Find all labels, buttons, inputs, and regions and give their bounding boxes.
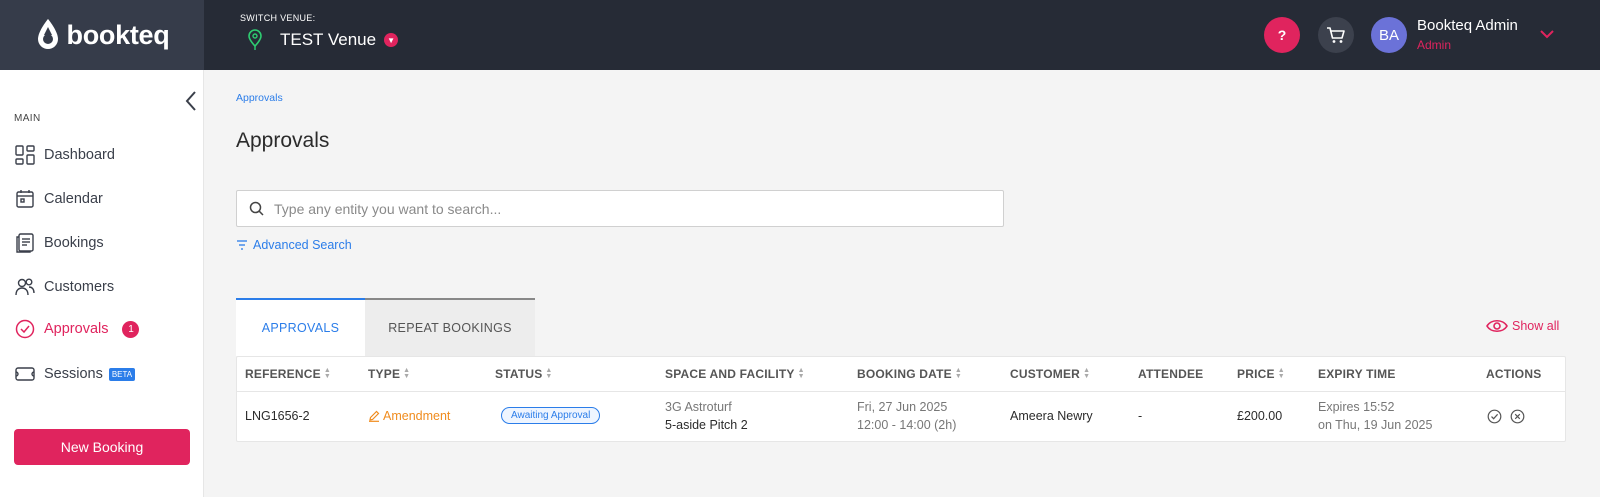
brand-logo[interactable]: bookteq: [0, 0, 204, 70]
chevron-down-icon[interactable]: [1539, 28, 1555, 40]
sort-icon: ▲ ▼: [403, 367, 411, 380]
sidebar-item-sessions[interactable]: Sessions BETA: [14, 363, 136, 385]
venue-switcher[interactable]: SWITCH VENUE: TEST Venue ▼: [240, 13, 399, 51]
approve-icon[interactable]: [1487, 409, 1502, 424]
user-name: Bookteq Admin: [1417, 17, 1518, 34]
bookings-icon: [16, 233, 34, 253]
cell-expiry-date: on Thu, 19 Jun 2025: [1318, 418, 1433, 432]
sort-icon: ▲ ▼: [545, 367, 553, 380]
location-pin-icon: [248, 29, 262, 50]
column-header-attendee: ATTENDEE: [1138, 367, 1204, 381]
cell-attendee: -: [1138, 409, 1143, 423]
sidebar-item-calendar[interactable]: Calendar: [14, 188, 103, 210]
sessions-icon: [15, 367, 35, 381]
sidebar: MAIN Dashboard Calendar Bookings Custome…: [0, 70, 204, 497]
search-input[interactable]: [274, 200, 974, 217]
sidebar-item-approvals[interactable]: Approvals 1: [14, 318, 140, 340]
switch-venue-label: SWITCH VENUE:: [240, 13, 316, 23]
tab-repeat-bookings[interactable]: REPEAT BOOKINGS: [365, 298, 535, 356]
dashboard-icon: [15, 145, 35, 165]
column-header-price[interactable]: PRICE ▲ ▼: [1237, 367, 1285, 381]
cell-type: Amendment: [368, 409, 450, 423]
cell-space: 3G Astroturf: [665, 400, 732, 414]
sidebar-item-label: Calendar: [44, 191, 103, 207]
tab-bar: APPROVALS REPEAT BOOKINGS: [236, 298, 535, 356]
column-header-booking-date[interactable]: BOOKING DATE ▲ ▼: [857, 367, 962, 381]
chevron-down-icon[interactable]: ▼: [384, 33, 399, 47]
column-header-reference[interactable]: REFERENCE ▲ ▼: [245, 367, 331, 381]
user-role: Admin: [1417, 38, 1452, 52]
calendar-icon: [16, 190, 34, 208]
cart-icon: [1327, 27, 1345, 43]
cell-status: Awaiting Approval: [501, 407, 601, 424]
cell-booking-time: 12:00 - 14:00 (2h): [857, 418, 957, 432]
sidebar-item-bookings[interactable]: Bookings: [14, 232, 104, 254]
cell-booking-date: Fri, 27 Jun 2025: [857, 400, 948, 414]
page-title: Approvals: [236, 129, 330, 152]
cell-facility: 5-aside Pitch 2: [665, 418, 748, 432]
top-bar: bookteq SWITCH VENUE: TEST Venue ▼ ? BA …: [0, 0, 1600, 70]
section-label: MAIN: [14, 113, 41, 124]
cell-customer[interactable]: Ameera Newry: [1010, 409, 1093, 423]
search-icon: [249, 201, 264, 216]
new-booking-button[interactable]: New Booking: [14, 429, 190, 465]
approvals-table: REFERENCE ▲ ▼ TYPE ▲ ▼ STATUS ▲ ▼ SPACE AND FA…: [236, 356, 1566, 442]
approvals-icon: [15, 319, 35, 339]
sidebar-item-label: Approvals: [44, 321, 109, 337]
venue-name: TEST Venue: [280, 30, 377, 49]
sidebar-item-label: Sessions: [44, 366, 103, 382]
sort-icon: ▲ ▼: [954, 367, 962, 380]
collapse-sidebar-icon[interactable]: [184, 90, 198, 112]
advanced-search-label: Advanced Search: [253, 238, 352, 252]
sort-icon: ▲ ▼: [797, 367, 805, 380]
column-header-customer[interactable]: CUSTOMER ▲ ▼: [1010, 367, 1090, 381]
tab-approvals[interactable]: APPROVALS: [236, 298, 365, 356]
sidebar-item-dashboard[interactable]: Dashboard: [14, 144, 115, 166]
column-header-actions: ACTIONS: [1486, 367, 1542, 381]
show-all-label: Show all: [1512, 319, 1560, 333]
sidebar-item-label: Customers: [44, 279, 115, 295]
beta-badge: BETA: [108, 367, 136, 381]
sort-icon: ▲ ▼: [323, 367, 331, 380]
cart-button[interactable]: [1318, 17, 1354, 53]
column-header-status[interactable]: STATUS ▲ ▼: [495, 367, 553, 381]
status-badge: Awaiting Approval: [501, 407, 601, 424]
cell-reference[interactable]: LNG1656-2: [245, 409, 310, 423]
reject-icon[interactable]: [1510, 409, 1525, 424]
breadcrumb[interactable]: Approvals: [236, 92, 283, 104]
eye-icon: [1486, 319, 1508, 333]
show-all-button[interactable]: Show all: [1486, 318, 1559, 334]
sidebar-item-customers[interactable]: Customers: [14, 276, 114, 298]
avatar[interactable]: BA: [1371, 17, 1407, 53]
filter-icon: [237, 240, 247, 250]
logo-drop-icon: [37, 19, 58, 49]
cell-expiry-time: Expires 15:52: [1318, 400, 1395, 414]
column-header-space[interactable]: SPACE AND FACILITY ▲ ▼: [665, 367, 805, 381]
column-header-type[interactable]: TYPE ▲ ▼: [368, 367, 410, 381]
sidebar-item-label: Bookings: [44, 235, 104, 251]
divider: [237, 391, 1565, 392]
search-field[interactable]: [236, 190, 1004, 227]
help-button[interactable]: ?: [1264, 17, 1300, 53]
brand-name: bookteq: [66, 19, 170, 50]
sidebar-item-label: Dashboard: [44, 147, 115, 163]
approvals-count-badge: 1: [122, 320, 140, 338]
customers-icon: [15, 278, 35, 296]
sort-icon: ▲ ▼: [1277, 367, 1285, 380]
pencil-icon: [369, 410, 380, 422]
cell-price: £200.00: [1237, 409, 1283, 423]
advanced-search-link[interactable]: Advanced Search: [236, 238, 352, 252]
sort-icon: ▲ ▼: [1083, 367, 1091, 380]
column-header-expiry: EXPIRY TIME: [1318, 367, 1396, 381]
